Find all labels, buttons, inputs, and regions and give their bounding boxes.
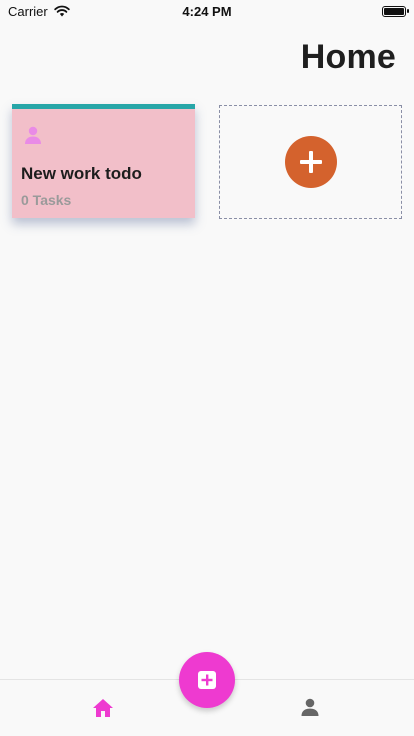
todo-card[interactable]: New work todo 0 Tasks [12,104,195,218]
profile-icon[interactable] [300,697,320,717]
home-screen: Carrier 4:24 PM Home New work todo 0 Tas… [0,0,414,736]
status-time: 4:24 PM [182,3,232,19]
plus-circle-icon[interactable] [285,136,337,188]
page-title: Home [300,38,396,76]
status-bar: Carrier 4:24 PM [0,0,414,22]
battery-level [384,7,404,15]
card-task-count: 0 Tasks [21,192,72,208]
battery-icon [382,5,409,17]
card-title: New work todo [21,164,142,183]
person-icon [25,126,41,144]
add-box-icon [198,671,216,689]
add-todo-tile[interactable] [219,105,402,219]
home-icon[interactable] [92,698,114,718]
add-task-fab[interactable] [179,652,235,708]
plus-icon [300,151,322,173]
